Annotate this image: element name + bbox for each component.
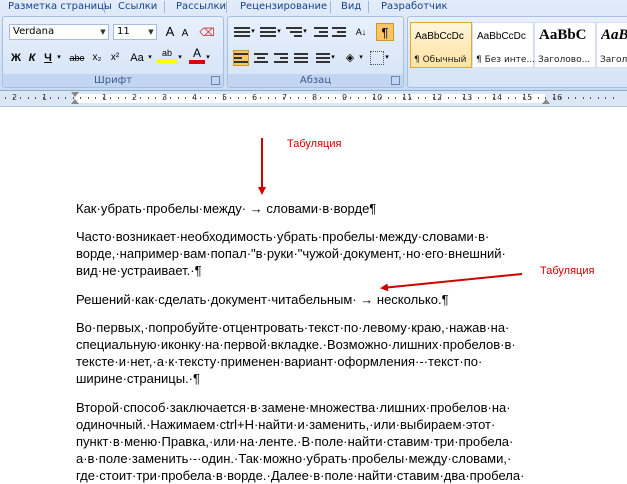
arrow-left-to-tab [380,273,523,292]
annotation-arrows [258,138,523,292]
